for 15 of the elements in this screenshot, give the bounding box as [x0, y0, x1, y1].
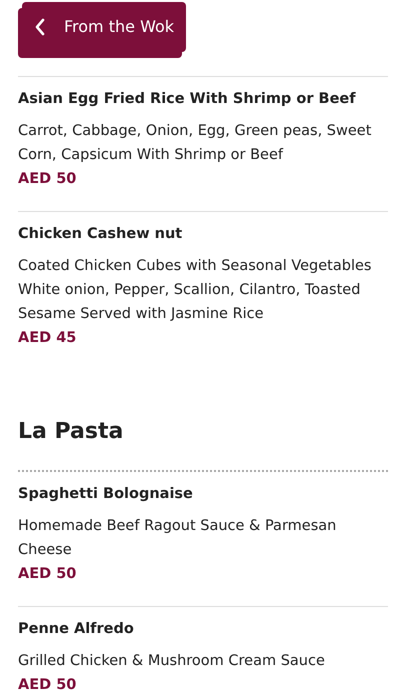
dish-name: Chicken Cashew nut [18, 225, 184, 244]
section-title: La Pasta [18, 418, 124, 446]
dish-description: Homemade Beef Ragout Sauce & Parmesan Cheese [18, 517, 338, 560]
back-button[interactable]: From the Wok [22, 2, 186, 52]
dish-name: Penne Alfredo [18, 620, 135, 639]
back-icon [34, 18, 46, 36]
dish-price: AED 50 [18, 676, 78, 695]
dish-price: AED 45 [18, 329, 78, 348]
dish-description: Coated Chicken Cubes with Seasonal Vegetables White onion, Pepper, Scallion, Cilantro, Toasted Sesame Served with Jasmine Rice [18, 257, 372, 324]
dish-price: AED 50 [18, 170, 78, 189]
dish-name: Asian Egg Fried Rice With Shrimp or Beef [18, 90, 357, 109]
dish-description: Carrot, Cabbage, Onion, Egg, Green peas, Sweet Corn, Capsicum With Shrimp or Beef [18, 122, 372, 165]
dish-price: AED 50 [18, 565, 78, 584]
dish-description: Grilled Chicken & Mushroom Cream Sauce [18, 652, 326, 671]
dish-name: Spaghetti Bolognaise [18, 485, 194, 504]
